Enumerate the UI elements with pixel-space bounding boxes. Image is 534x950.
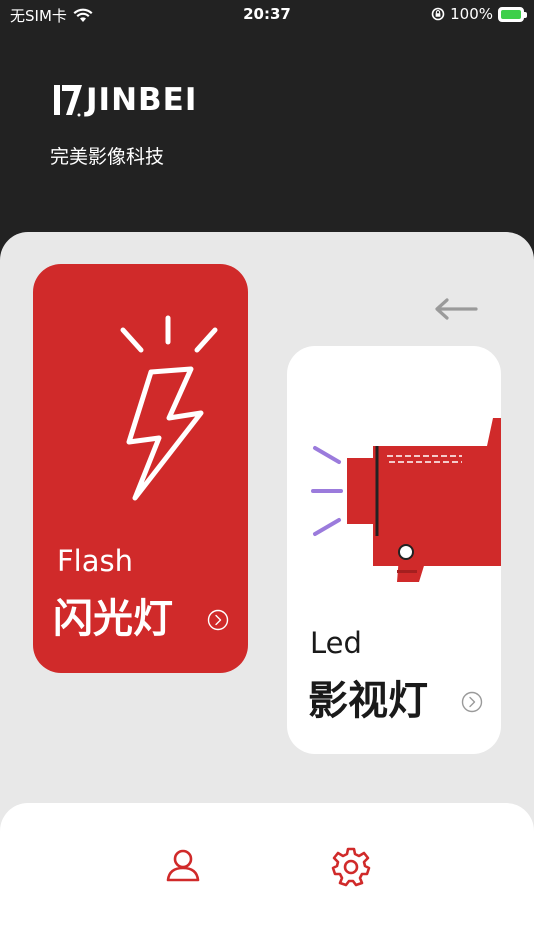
status-bar: 无SIM卡 20:37 100% [0, 0, 534, 28]
brand-header: JINBEI [52, 80, 197, 120]
chevron-right-circle-icon[interactable] [461, 691, 483, 713]
status-right: 100% [431, 5, 527, 23]
chevron-right-circle-icon[interactable] [207, 609, 229, 631]
led-card[interactable]: Led 影视灯 [287, 346, 501, 754]
flash-title-en: Flash [57, 544, 133, 578]
battery-percent: 100% [450, 5, 493, 23]
gear-icon[interactable] [329, 844, 373, 888]
video-light-icon [311, 418, 501, 582]
bottom-nav-bar [0, 803, 534, 950]
rotation-lock-icon [431, 7, 445, 21]
flash-card[interactable]: Flash 闪光灯 [33, 264, 248, 673]
brand-slogan: 完美影像科技 [50, 146, 165, 168]
brand-name: JINBEI [86, 82, 198, 118]
arrow-left-icon[interactable] [430, 294, 480, 324]
user-icon[interactable] [161, 844, 205, 888]
lightning-icon [120, 315, 218, 501]
brand-logo: JINBEI [52, 80, 197, 120]
led-title-en: Led [310, 626, 362, 660]
battery-icon [498, 6, 527, 22]
flash-title-cn: 闪光灯 [53, 596, 173, 642]
jinbei-logo-icon [54, 85, 82, 117]
battery-fill [501, 9, 521, 19]
led-title-cn: 影视灯 [308, 678, 428, 724]
